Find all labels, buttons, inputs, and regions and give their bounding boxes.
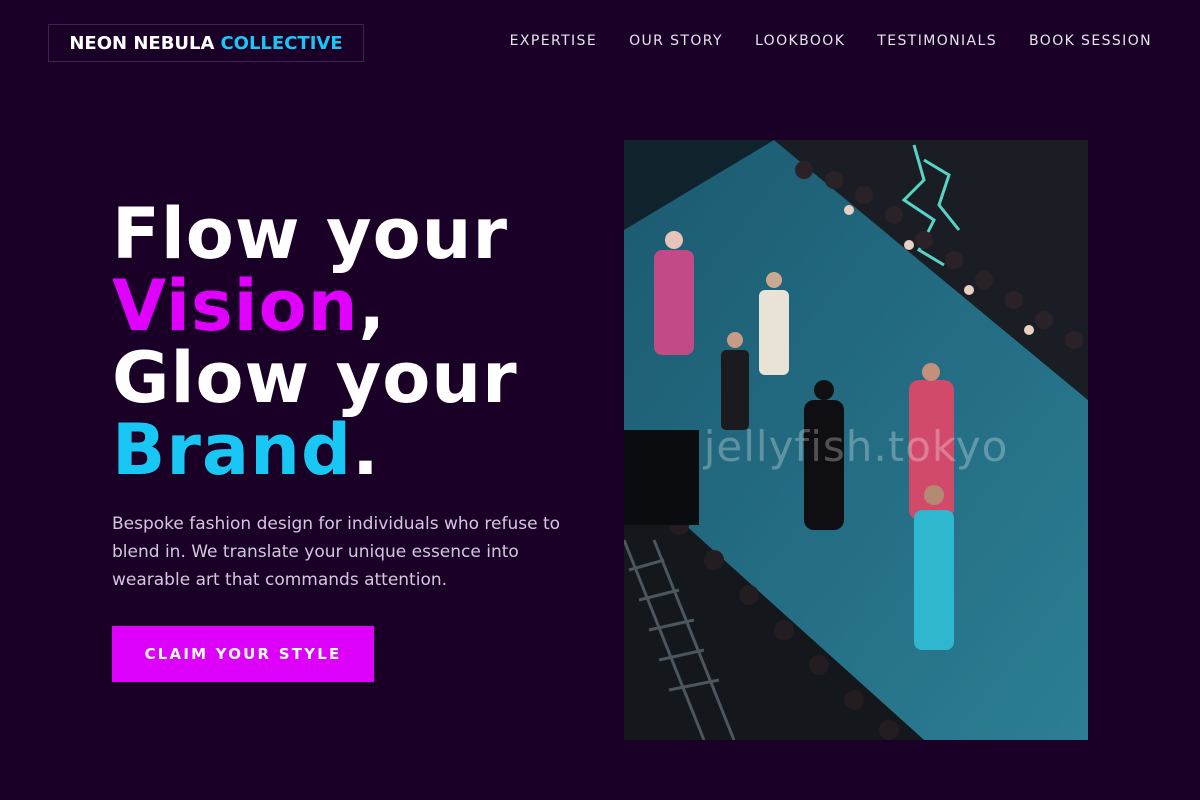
brand-name-accent: COLLECTIVE xyxy=(220,32,343,54)
claim-your-style-button[interactable]: CLAIM YOUR STYLE xyxy=(112,626,374,682)
landing-page: NEON NEBULA COLLECTIVE EXPERTISE OUR STO… xyxy=(0,0,1200,800)
nav-item-testimonials[interactable]: TESTIMONIALS xyxy=(877,33,997,49)
headline-line-1: Flow your xyxy=(112,193,509,275)
headline-line-3: Glow your xyxy=(112,337,518,419)
headline-period: . xyxy=(352,409,380,491)
headline-line-4: Brand. xyxy=(112,414,518,486)
hero-headline: Flow your Vision, Glow your Brand. xyxy=(112,198,518,486)
nav-item-our-story[interactable]: OUR STORY xyxy=(629,33,723,49)
nav-item-expertise[interactable]: EXPERTISE xyxy=(510,33,597,49)
brand-logo[interactable]: NEON NEBULA COLLECTIVE xyxy=(48,24,364,62)
headline-comma: , xyxy=(358,265,387,347)
hero-subtext: Bespoke fashion design for individuals w… xyxy=(112,514,561,590)
nav-item-book-session[interactable]: BOOK SESSION xyxy=(1029,33,1152,49)
brand-name-primary: NEON NEBULA xyxy=(69,32,215,54)
headline-line-2: Vision, xyxy=(112,270,518,342)
headline-word-vision: Vision xyxy=(112,265,359,347)
hero-runway-photo: jellyfish.tokyo xyxy=(624,140,1088,740)
headline-word-brand: Brand xyxy=(112,409,353,491)
photo-watermark: jellyfish.tokyo xyxy=(703,422,1009,471)
nav-item-lookbook[interactable]: LOOKBOOK xyxy=(755,33,845,49)
main-nav: EXPERTISE OUR STORY LOOKBOOK TESTIMONIAL… xyxy=(510,33,1152,49)
